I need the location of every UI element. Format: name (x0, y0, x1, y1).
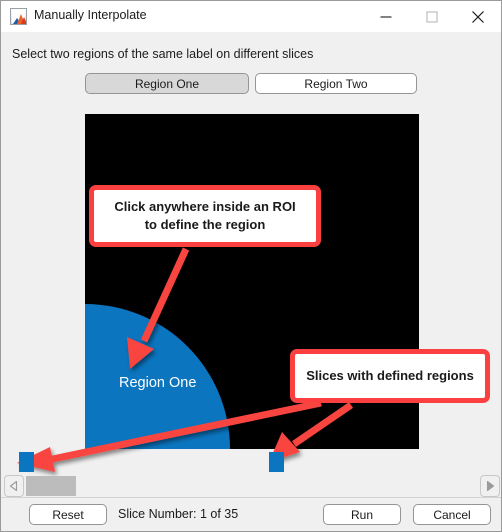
maximize-icon (426, 10, 438, 23)
slice-number-status: Slice Number: 1 of 35 (118, 507, 239, 521)
run-button[interactable]: Run (323, 504, 401, 525)
minimize-button[interactable] (363, 1, 409, 32)
callout-roi-instruction: Click anywhere inside an ROI to define t… (89, 185, 321, 247)
matlab-icon (10, 8, 27, 25)
scroll-left-button[interactable] (4, 475, 24, 497)
callout-roi-line2: to define the region (144, 217, 266, 232)
cancel-button[interactable]: Cancel (413, 504, 491, 525)
reset-button[interactable]: Reset (29, 504, 107, 525)
slice-marker-defined-a[interactable] (19, 452, 34, 472)
roi-region-label: Region One (119, 375, 197, 391)
title-bar: Manually Interpolate (1, 1, 501, 32)
callout-roi-line1: Click anywhere inside an ROI (114, 199, 296, 215)
slice-marker-defined-b[interactable] (269, 452, 284, 472)
chevron-left-icon (9, 481, 18, 491)
chevron-right-icon (486, 481, 495, 491)
scrollbar-thumb[interactable] (26, 476, 76, 496)
instruction-text: Select two regions of the same label on … (12, 47, 314, 61)
callout-slices-line1: Slices with defined regions (306, 368, 474, 384)
manually-interpolate-dialog: Manually Interpolate Select two regions … (0, 0, 502, 532)
bottom-separator (1, 497, 501, 498)
slice-scrollbar[interactable] (4, 475, 500, 497)
window-title: Manually Interpolate (34, 8, 147, 22)
close-button[interactable] (455, 1, 501, 32)
callout-slices-instruction: Slices with defined regions (290, 349, 490, 403)
region-tab-group: Region One Region Two (1, 73, 501, 94)
tab-region-two[interactable]: Region Two (255, 73, 417, 94)
maximize-button[interactable] (409, 1, 455, 32)
minimize-icon (380, 15, 392, 18)
scroll-right-button[interactable] (480, 475, 500, 497)
close-icon (472, 10, 484, 23)
tab-region-one[interactable]: Region One (85, 73, 249, 94)
